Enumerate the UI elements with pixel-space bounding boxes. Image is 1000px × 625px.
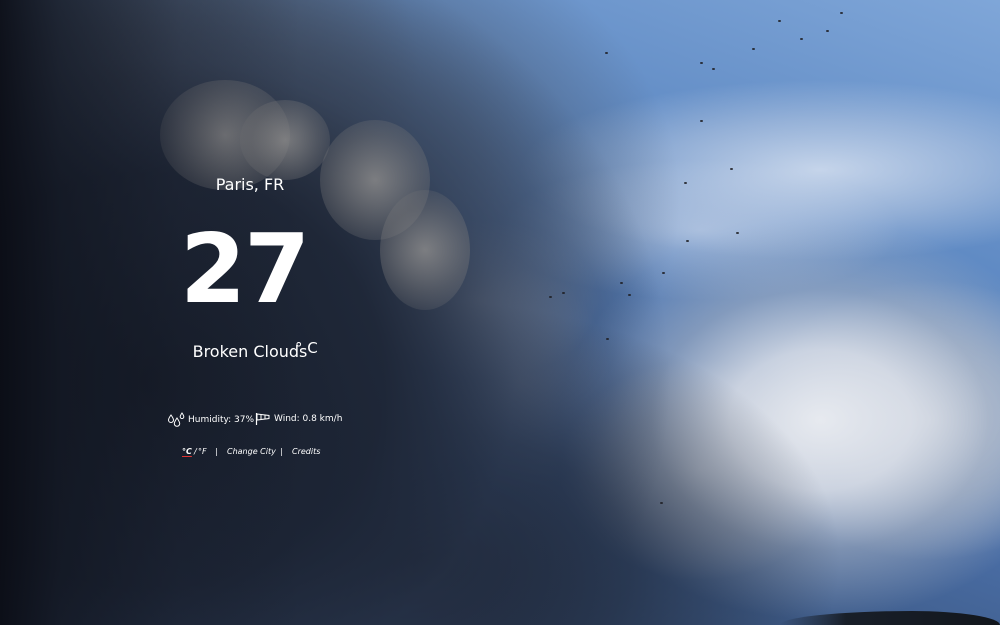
unit-slash: / — [194, 447, 197, 456]
wind-stat: Wind: 0.8 km/h — [255, 412, 342, 426]
celsius-toggle[interactable]: °C — [182, 447, 192, 456]
humidity-text: Humidity: 37% — [188, 415, 255, 425]
droplets-icon — [167, 412, 185, 428]
city-name: Paris, FR — [215, 175, 285, 194]
weather-description: Broken Clouds — [192, 342, 308, 361]
temperature-display: 27 ° C — [180, 215, 330, 357]
temperature-value: 27 — [180, 215, 310, 325]
windsock-icon — [255, 412, 271, 426]
weather-background: Paris, FR 27 ° C Broken Clouds Humidity:… — [0, 0, 1000, 625]
humidity-stat: Humidity: 37% — [167, 412, 254, 428]
fahrenheit-toggle[interactable]: °F — [198, 447, 207, 456]
link-separator: | — [280, 447, 283, 456]
left-vignette — [0, 0, 1000, 625]
change-city-link[interactable]: Change City — [227, 447, 276, 456]
credits-link[interactable]: Credits — [292, 447, 320, 456]
wind-text: Wind: 0.8 km/h — [274, 414, 343, 424]
weather-stats: Humidity: 37% Wind: 0.8 km/h — [167, 412, 347, 430]
link-separator: | — [215, 447, 218, 456]
